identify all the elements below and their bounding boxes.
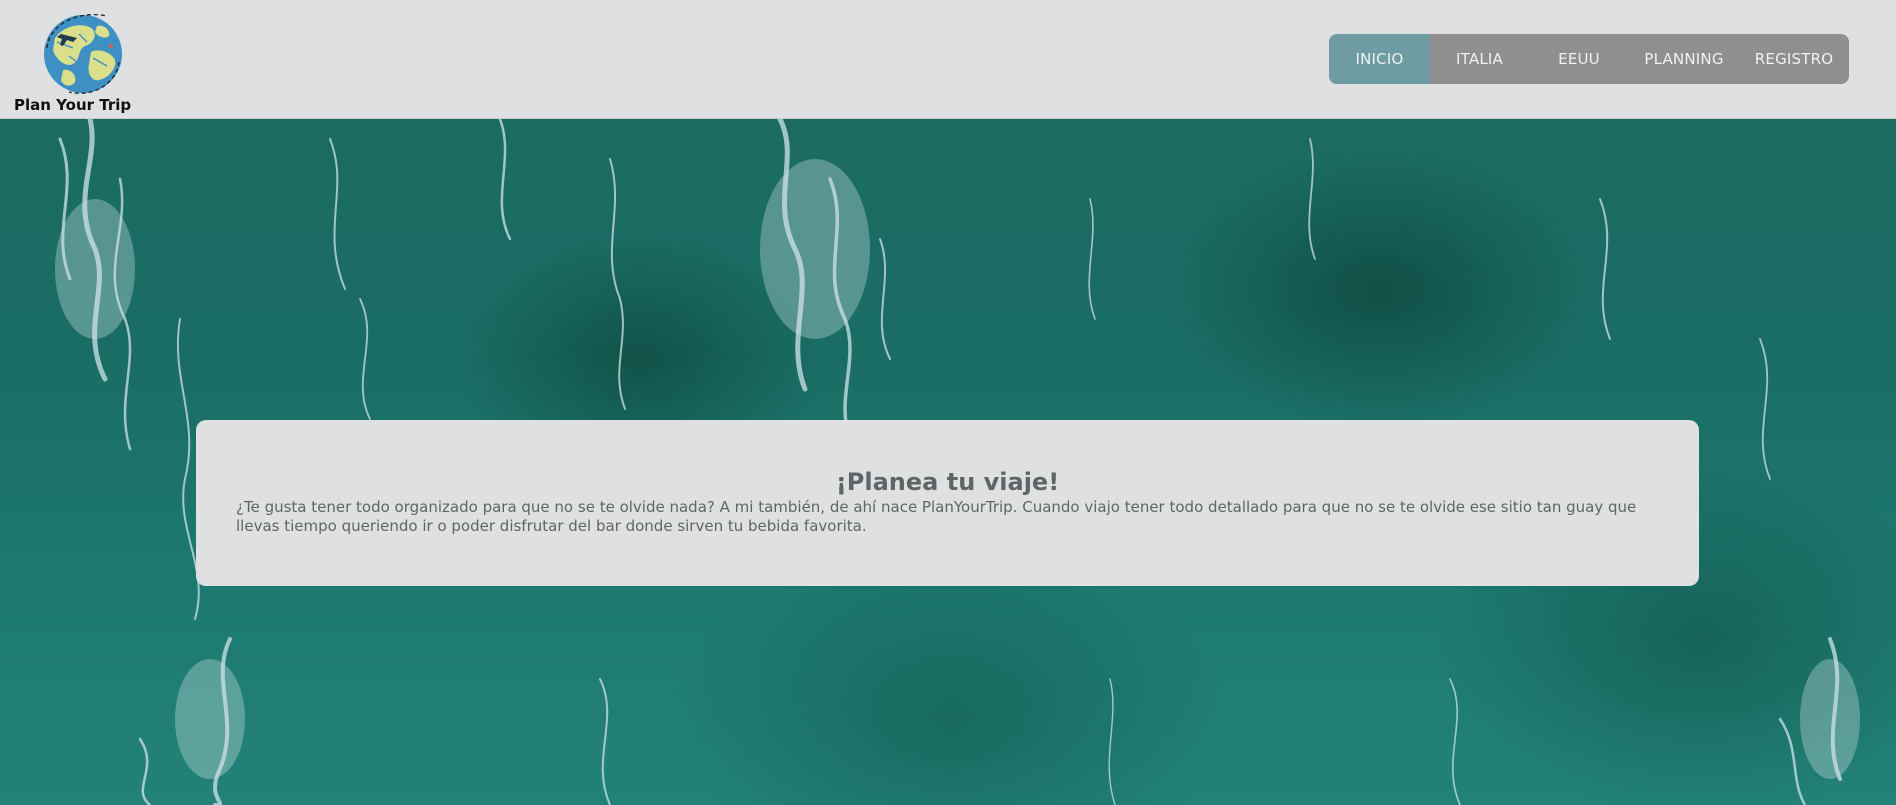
main-nav: INICIO ITALIA EEUU PLANNING REGISTRO [1329, 34, 1849, 84]
intro-text: ¿Te gusta tener todo organizado para que… [236, 498, 1637, 535]
globe-airplane-icon [44, 14, 122, 94]
nav-item-inicio[interactable]: INICIO [1329, 34, 1430, 84]
nav-item-planning[interactable]: PLANNING [1629, 34, 1739, 84]
intro-title: ¡Planea tu viaje! [835, 468, 1060, 496]
hero-ocean-background: ¡Planea tu viaje! ¿Te gusta tener todo o… [0, 119, 1896, 805]
logo-link[interactable]: Plan Your Trip [14, 8, 132, 114]
logo-text: Plan Your Trip [14, 96, 132, 114]
nav-item-registro[interactable]: REGISTRO [1739, 34, 1849, 84]
page: Plan Your Trip INICIO ITALIA EEUU PLANNI… [0, 0, 1896, 805]
site-header: Plan Your Trip INICIO ITALIA EEUU PLANNI… [0, 0, 1896, 119]
nav-item-eeuu[interactable]: EEUU [1529, 34, 1629, 84]
intro-card: ¡Planea tu viaje! ¿Te gusta tener todo o… [196, 420, 1699, 586]
nav-item-italia[interactable]: ITALIA [1430, 34, 1529, 84]
